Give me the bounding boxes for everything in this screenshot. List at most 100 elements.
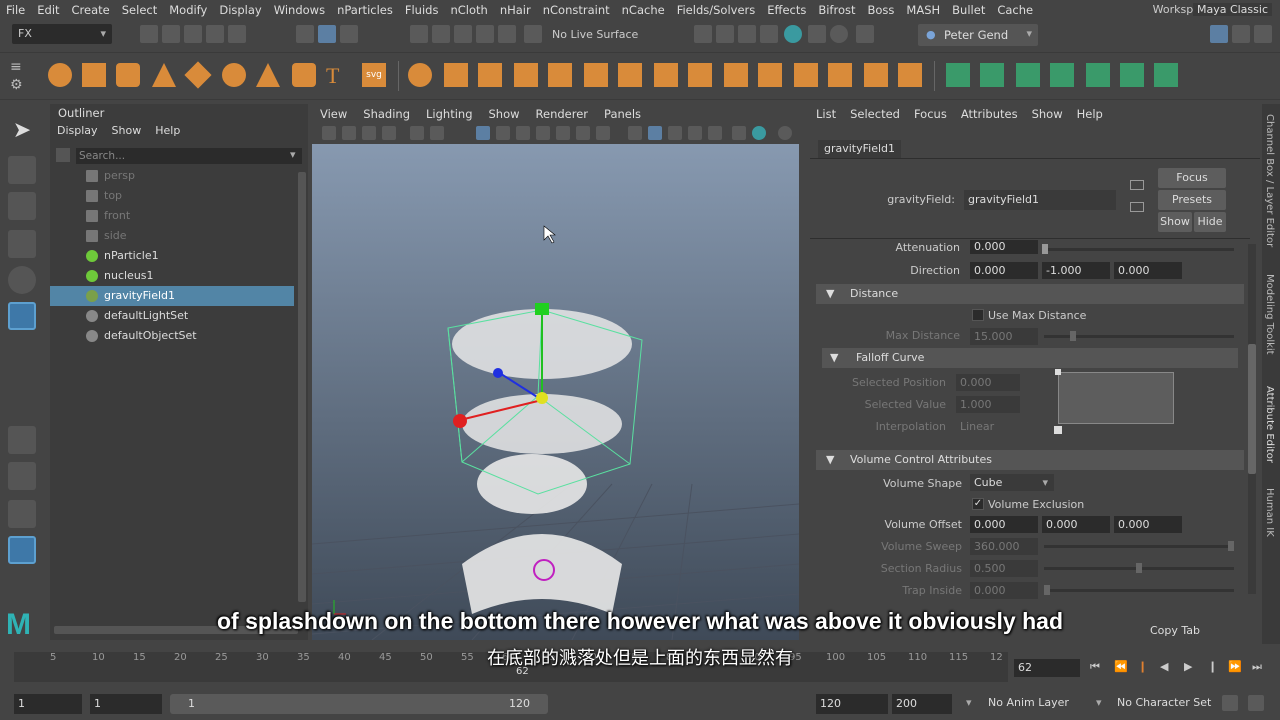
menu-create[interactable]: Create [66,3,116,17]
bridge-icon[interactable] [688,63,712,87]
open-scene-icon[interactable] [162,25,180,43]
tab-channel-box[interactable]: Channel Box / Layer Editor [1264,114,1275,247]
outliner-item-persp[interactable]: persp [50,166,294,186]
boolean-icon[interactable] [548,63,572,87]
menu-fields-solvers[interactable]: Fields/Solvers [671,3,762,17]
outliner-item-top[interactable]: top [50,186,294,206]
chevron-down-icon[interactable]: ▾ [1096,696,1102,709]
attenuation-slider-handle[interactable] [1042,244,1048,254]
append-polygon-icon[interactable] [758,63,782,87]
max-distance-slider-handle[interactable] [1070,331,1076,341]
tab-gravityfield1[interactable]: gravityField1 [818,140,902,158]
screen-space-ao-icon[interactable] [778,126,792,140]
uv-layout-icon[interactable] [1120,63,1144,87]
presets-button[interactable]: Presets [1158,190,1226,210]
snap-curve-icon[interactable] [432,25,450,43]
show-button[interactable]: Show [1158,212,1192,232]
select-hierarchy-icon[interactable] [296,25,314,43]
safe-title-icon[interactable] [596,126,610,140]
volume-sweep-slider-handle[interactable] [1228,541,1234,551]
attr-menu-focus[interactable]: Focus [914,107,947,121]
gate-mask-icon[interactable] [536,126,550,140]
lasso-tool-icon[interactable] [8,156,36,184]
render-settings-icon[interactable] [760,25,778,43]
menu-nhair[interactable]: nHair [494,3,537,17]
poly-type-icon[interactable]: T [326,63,350,88]
poly-cube-icon[interactable] [82,63,106,87]
grease-pencil-icon[interactable] [410,126,424,140]
outliner-menu-display[interactable]: Display [57,124,98,137]
snap-point-icon[interactable] [454,25,472,43]
outliner-item-gravityfield1[interactable]: gravityField1 [50,286,294,306]
menu-effects[interactable]: Effects [761,3,812,17]
four-view-layout-icon[interactable] [8,462,36,490]
playback-end-field[interactable]: 120 [816,694,888,714]
viewport-menu-renderer[interactable]: Renderer [528,104,597,124]
curve-point-start[interactable] [1055,369,1061,375]
layout-icon[interactable] [1210,25,1228,43]
shelf-settings-icon[interactable]: ⚙ [10,77,23,93]
tab-human-ik[interactable]: Human IK [1264,488,1275,537]
outliner-item-defaultlightset[interactable]: defaultLightSet [50,306,294,326]
scene-start-field[interactable]: 1 [14,694,82,714]
wireframe-on-shaded-icon[interactable] [668,126,682,140]
render-view-icon[interactable] [694,25,712,43]
viewport-menu-panels[interactable]: Panels [596,104,649,124]
volume-shape-dropdown[interactable]: Cube ▾ [970,474,1054,491]
select-component-icon[interactable] [340,25,358,43]
extract-icon[interactable] [478,63,502,87]
anim-layer-selector[interactable]: No Anim Layer [988,696,1069,709]
shadows-icon[interactable] [752,126,766,140]
safe-action-icon[interactable] [576,126,590,140]
trap-inside-field[interactable]: 0.000 [970,582,1038,599]
interpolation-dropdown[interactable]: Linear [956,418,1032,435]
volume-control-section-header[interactable]: ▼ Volume Control Attributes [816,450,1244,470]
textured-icon[interactable] [708,126,722,140]
bevel-icon[interactable] [724,63,748,87]
outliner-search-input[interactable]: Search... [76,148,302,164]
character-set-selector[interactable]: No Character Set [1117,696,1211,709]
image-plane-icon[interactable] [382,126,396,140]
volume-exclusion-checkbox[interactable]: ✓ [972,498,984,510]
fill-hole-icon[interactable] [794,63,818,87]
uv-unfold-icon[interactable] [1086,63,1110,87]
light-editor-icon[interactable] [830,25,848,43]
multi-cut-icon[interactable] [618,63,642,87]
snap-surface-icon[interactable] [498,25,516,43]
menu-nconstraint[interactable]: nConstraint [537,3,616,17]
volume-sweep-field[interactable]: 360.000 [970,538,1038,555]
live-surface-label[interactable]: No Live Surface [552,28,638,41]
selected-position-field[interactable]: 0.000 [956,374,1020,391]
uv-cylindrical-icon[interactable] [980,63,1004,87]
xray-icon[interactable] [688,126,702,140]
channel-box-toggle-icon[interactable] [1232,25,1250,43]
attr-menu-help[interactable]: Help [1077,107,1103,121]
field-chart-icon[interactable] [556,126,570,140]
poly-pipe-icon[interactable] [292,63,316,87]
outliner-item-front[interactable]: front [50,206,294,226]
scale-tool-icon[interactable] [8,302,36,330]
direction-y-field[interactable]: -1.000 [1042,262,1110,279]
shelf-menu-icon[interactable]: ≡ [10,59,22,75]
resolution-gate-icon[interactable] [516,126,530,140]
volume-offset-z-field[interactable]: 0.000 [1114,516,1182,533]
attribute-editor-scrollbar[interactable] [1248,244,1256,594]
menu-windows[interactable]: Windows [268,3,331,17]
filter-icon[interactable] [56,148,70,162]
mirror-icon[interactable] [584,63,608,87]
redo-icon[interactable] [228,25,246,43]
select-object-icon[interactable] [318,25,336,43]
uv-sew-icon[interactable] [1154,63,1178,87]
tab-attribute-editor[interactable]: Attribute Editor [1264,386,1275,463]
menu-cache[interactable]: Cache [991,3,1039,17]
selected-value-field[interactable]: 1.000 [956,396,1020,413]
merge-icon[interactable] [864,63,888,87]
attribute-editor-toggle-icon[interactable] [1254,25,1272,43]
poly-plane-icon[interactable] [184,61,212,89]
wireframe-icon[interactable] [628,126,642,140]
viewport-menu-shading[interactable]: Shading [355,104,418,124]
svg-icon[interactable]: svg [362,63,386,87]
falloff-curve-graph[interactable] [1055,369,1174,424]
undo-icon[interactable] [206,25,224,43]
max-distance-field[interactable]: 15.000 [970,328,1038,345]
